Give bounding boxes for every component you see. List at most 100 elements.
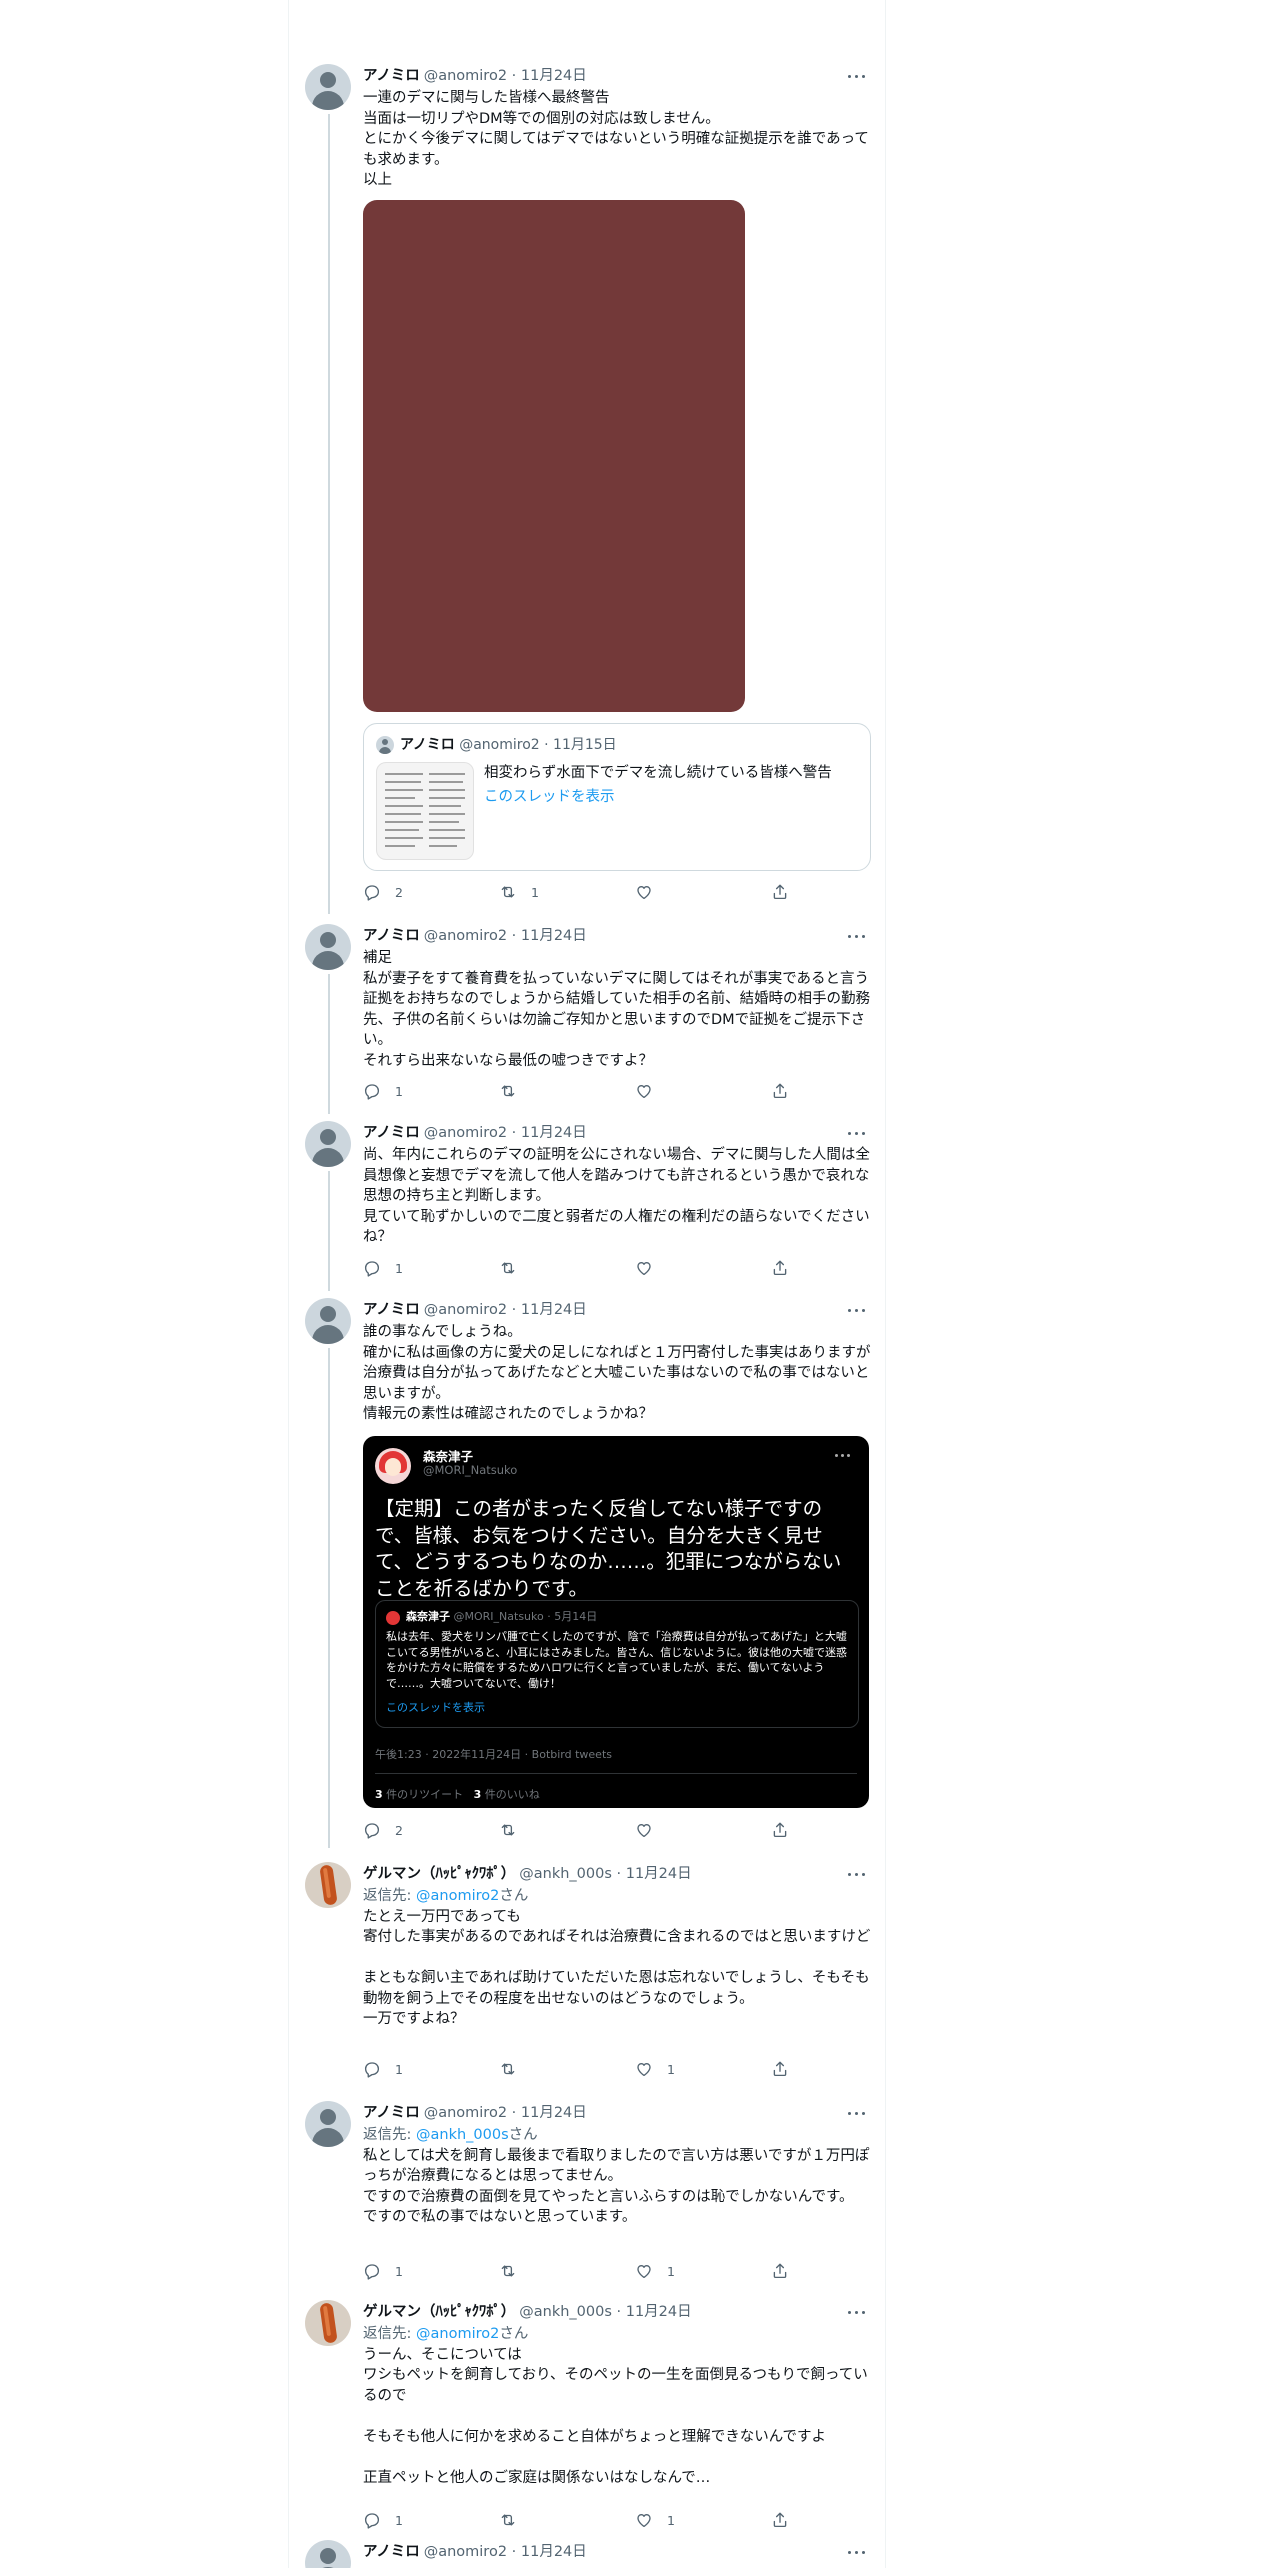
share-button[interactable] bbox=[771, 1818, 789, 1842]
reply-handle-link[interactable]: @ankh_000s bbox=[416, 2127, 509, 2143]
handle[interactable]: @anomiro2 bbox=[424, 1302, 507, 1318]
tweet-header: アノミロ @anomiro2 · 11月24日 bbox=[363, 928, 587, 944]
display-name[interactable]: ゲルマン（ﾊｯﾋﾟｬｸﾜﾎﾟ） bbox=[363, 2304, 515, 2320]
retweet-button[interactable] bbox=[499, 2508, 531, 2532]
reply-button[interactable]: 1 bbox=[363, 1256, 403, 1280]
tweet[interactable]: アノミロ @anomiro2 · 11月24日 誰の事なんでしょうね。 確かに私は… bbox=[289, 1298, 885, 1848]
retweet-button[interactable] bbox=[499, 1079, 531, 1103]
thread-line bbox=[328, 974, 330, 1114]
more-icon[interactable] bbox=[845, 1862, 869, 1886]
timestamp[interactable]: 11月24日 bbox=[521, 1125, 587, 1141]
display-name[interactable]: アノミロ bbox=[363, 2105, 420, 2121]
display-name[interactable]: アノミロ bbox=[363, 2544, 420, 2560]
handle[interactable]: @ankh_000s bbox=[519, 2304, 612, 2320]
retweet-button[interactable]: 1 bbox=[499, 880, 539, 904]
embed-footer: 午後1:23 · 2022年11月24日 · Botbird tweets bbox=[375, 1748, 612, 1761]
timestamp[interactable]: 11月24日 bbox=[521, 2105, 587, 2121]
more-icon[interactable] bbox=[845, 1298, 869, 1322]
tweet[interactable]: ゲルマン（ﾊｯﾋﾟｬｸﾜﾎﾟ） @ankh_000s · 11月24日 返信先: … bbox=[289, 2300, 885, 2516]
avatar[interactable] bbox=[305, 2101, 351, 2147]
share-icon bbox=[771, 1821, 789, 1839]
tweet[interactable]: ゲルマン（ﾊｯﾋﾟｬｸﾜﾎﾟ） @ankh_000s · 11月24日 返信先: … bbox=[289, 1862, 885, 2070]
tweet[interactable]: アノミロ @anomiro2 · 11月24日 尚、年内にこれらのデマの証明を公に… bbox=[289, 1121, 885, 1291]
avatar[interactable] bbox=[305, 2300, 351, 2346]
display-name[interactable]: アノミロ bbox=[363, 1125, 420, 1141]
avatar[interactable] bbox=[305, 1298, 351, 1344]
avatar[interactable] bbox=[305, 64, 351, 110]
like-button[interactable]: 1 bbox=[635, 2508, 675, 2532]
handle[interactable]: @anomiro2 bbox=[424, 2105, 507, 2121]
handle[interactable]: @anomiro2 bbox=[424, 2544, 507, 2560]
tweet-text: 私としては犬を飼育し最後まで看取りましたので言い方は悪いですが１万円ぽっちが治療… bbox=[363, 2147, 870, 2226]
reply-handle-link[interactable]: @anomiro2 bbox=[416, 2326, 499, 2342]
reply-handle-link[interactable]: @anomiro2 bbox=[416, 1888, 499, 1904]
timestamp[interactable]: 11月24日 bbox=[521, 68, 587, 84]
reply-button[interactable]: 1 bbox=[363, 2259, 403, 2283]
retweet-button[interactable] bbox=[499, 1256, 531, 1280]
like-button[interactable] bbox=[635, 1818, 667, 1842]
reply-button[interactable]: 1 bbox=[363, 1079, 403, 1103]
handle[interactable]: @ankh_000s bbox=[519, 1866, 612, 1882]
quote-text: 相変わらず水面下でデマを流し続けている皆様へ警告 bbox=[484, 765, 832, 781]
share-button[interactable] bbox=[771, 1079, 789, 1103]
display-name[interactable]: ゲルマン（ﾊｯﾋﾟｬｸﾜﾎﾟ） bbox=[363, 1866, 515, 1882]
retweet-button[interactable] bbox=[499, 2259, 531, 2283]
reply-icon bbox=[363, 2262, 381, 2280]
retweet-button[interactable] bbox=[499, 2057, 531, 2081]
like-button[interactable] bbox=[635, 880, 667, 904]
handle[interactable]: @anomiro2 bbox=[424, 928, 507, 944]
tweet-text: 尚、年内にこれらのデマの証明を公にされない場合、デマに関与した人間は全員想像と妄… bbox=[363, 1147, 870, 1245]
retweet-button[interactable] bbox=[499, 1818, 531, 1842]
share-button[interactable] bbox=[771, 1256, 789, 1280]
embedded-screenshot[interactable]: 森奈津子 @MORI_Natsuko 【定期】この者がまったく反省してない様子で… bbox=[363, 1436, 869, 1808]
timestamp[interactable]: 11月24日 bbox=[521, 1302, 587, 1318]
reply-button[interactable]: 1 bbox=[363, 2508, 403, 2532]
display-name[interactable]: アノミロ bbox=[363, 1302, 420, 1318]
like-button[interactable]: 1 bbox=[635, 2057, 675, 2081]
like-icon bbox=[635, 1821, 653, 1839]
media-image[interactable] bbox=[363, 200, 745, 712]
reply-button[interactable]: 2 bbox=[363, 1818, 403, 1842]
tweet-header: アノミロ @anomiro2 · 11月24日 bbox=[363, 1302, 587, 1318]
timestamp[interactable]: 11月24日 bbox=[626, 1866, 692, 1882]
tweet-header: アノミロ @anomiro2 · 11月24日 bbox=[363, 2105, 587, 2121]
display-name[interactable]: アノミロ bbox=[363, 68, 420, 84]
timestamp[interactable]: 11月24日 bbox=[626, 2304, 692, 2320]
share-button[interactable] bbox=[771, 2508, 789, 2532]
like-icon bbox=[635, 2262, 653, 2280]
avatar[interactable] bbox=[305, 1862, 351, 1908]
avatar[interactable] bbox=[305, 924, 351, 970]
reply-button[interactable]: 1 bbox=[363, 2057, 403, 2081]
tweet[interactable]: アノミロ @anomiro2 · 11月24日 bbox=[289, 2540, 885, 2568]
timestamp[interactable]: 11月24日 bbox=[521, 928, 587, 944]
more-icon[interactable] bbox=[845, 924, 869, 948]
more-icon[interactable] bbox=[845, 2101, 869, 2125]
avatar[interactable] bbox=[305, 2540, 351, 2568]
tweet[interactable]: アノミロ @anomiro2 · 11月24日 返信先: @ankh_000sさん… bbox=[289, 2101, 885, 2287]
reply-icon bbox=[363, 1821, 381, 1839]
show-thread-link[interactable]: このスレッドを表示 bbox=[484, 786, 615, 808]
timestamp[interactable]: 11月24日 bbox=[521, 2544, 587, 2560]
timeline-column: アノミロ @anomiro2 · 11月24日 一連のデマに関与した皆様へ最終警告… bbox=[288, 0, 886, 2568]
share-icon bbox=[771, 1082, 789, 1100]
reply-count: 1 bbox=[395, 2512, 403, 2528]
share-button[interactable] bbox=[771, 880, 789, 904]
tweet[interactable]: アノミロ @anomiro2 · 11月24日 一連のデマに関与した皆様へ最終警告… bbox=[289, 64, 885, 916]
quote-tweet[interactable]: アノミロ @anomiro2 · 11月15日 相変わらず水面下でデマを流し続け… bbox=[363, 723, 871, 871]
display-name[interactable]: アノミロ bbox=[363, 928, 420, 944]
more-icon[interactable] bbox=[845, 2300, 869, 2324]
handle[interactable]: @anomiro2 bbox=[424, 1125, 507, 1141]
handle[interactable]: @anomiro2 bbox=[424, 68, 507, 84]
more-icon[interactable] bbox=[845, 1121, 869, 1145]
more-icon[interactable] bbox=[845, 2540, 869, 2564]
like-button[interactable] bbox=[635, 1079, 667, 1103]
share-button[interactable] bbox=[771, 2057, 789, 2081]
reply-button[interactable]: 2 bbox=[363, 880, 403, 904]
avatar[interactable] bbox=[305, 1121, 351, 1167]
share-button[interactable] bbox=[771, 2259, 789, 2283]
tweet[interactable]: アノミロ @anomiro2 · 11月24日 補足 私が妻子をすて養育費を払って… bbox=[289, 924, 885, 1114]
like-button[interactable] bbox=[635, 1256, 667, 1280]
like-button[interactable]: 1 bbox=[635, 2259, 675, 2283]
reply-count: 1 bbox=[395, 2061, 403, 2077]
more-icon[interactable] bbox=[845, 64, 869, 88]
